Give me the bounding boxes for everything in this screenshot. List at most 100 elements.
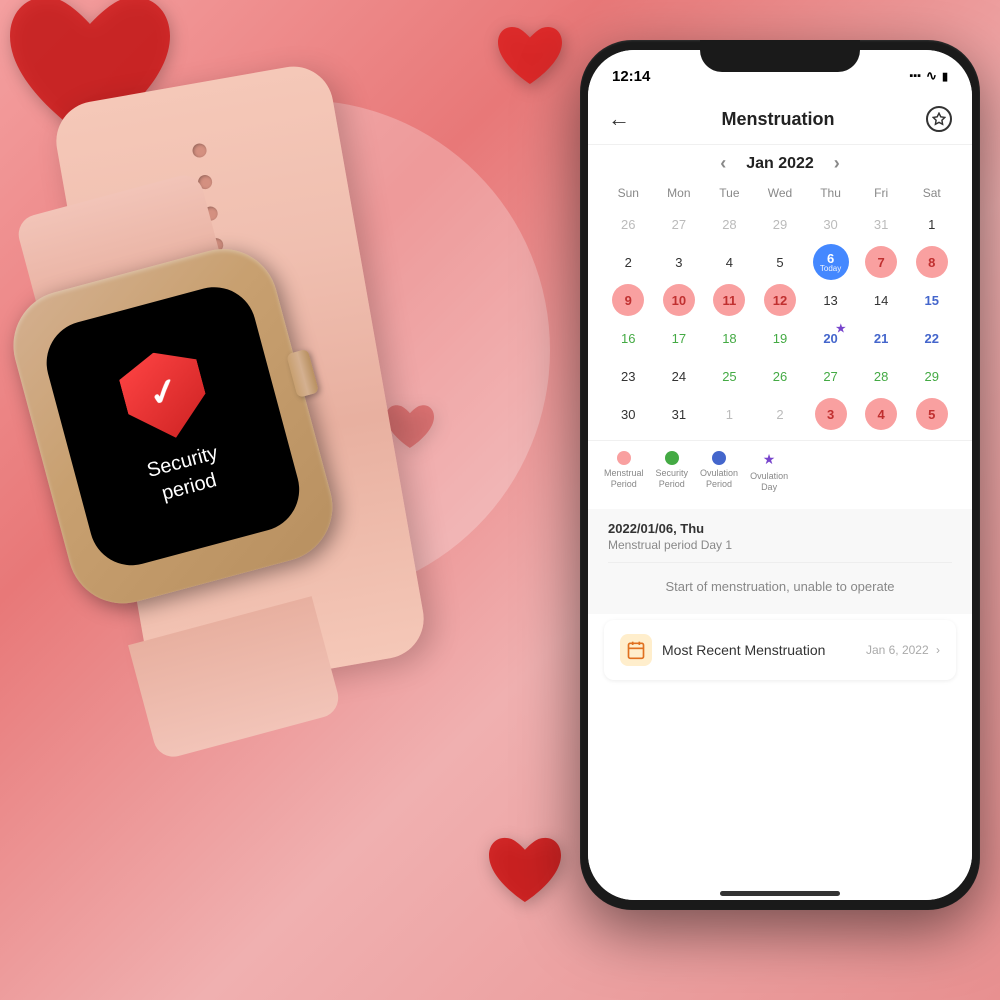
cal-day-20[interactable]: 20 ★ (806, 320, 855, 356)
legend-dot-ovulation-period (712, 451, 726, 465)
cal-day-12[interactable]: 12 (756, 282, 805, 318)
cal-day-25[interactable]: 25 (705, 358, 754, 394)
menstruation-card[interactable]: Most Recent Menstruation Jan 6, 2022 › (604, 620, 956, 680)
legend-security: SecurityPeriod (656, 451, 689, 493)
cal-day-10[interactable]: 10 (655, 282, 704, 318)
card-date-value: Jan 6, 2022 (866, 643, 929, 657)
card-title: Most Recent Menstruation (662, 642, 825, 658)
cal-day-16[interactable]: 16 (604, 320, 653, 356)
legend-menstrual: MenstrualPeriod (604, 451, 644, 493)
wifi-icon: ∿ (926, 68, 937, 84)
back-button[interactable]: ← (608, 106, 630, 132)
battery-icon: ▮ (942, 70, 948, 83)
settings-button[interactable] (926, 106, 952, 132)
cal-day-9[interactable]: 9 (604, 282, 653, 318)
cal-day-6-today[interactable]: 6 Today (806, 244, 855, 280)
cal-day-21[interactable]: 21 (857, 320, 906, 356)
signal-icon: ▪▪▪ (909, 70, 921, 82)
cal-day-26[interactable]: 26 (604, 206, 653, 242)
cal-day-23[interactable]: 23 (604, 358, 653, 394)
legend-label-menstrual: MenstrualPeriod (604, 468, 644, 490)
cal-day-18[interactable]: 18 (705, 320, 754, 356)
cal-day-14[interactable]: 14 (857, 282, 906, 318)
cal-header-mon: Mon (655, 182, 704, 204)
cal-day-1-jan[interactable]: 1 (907, 206, 956, 242)
shield-icon: ✓ (115, 342, 215, 448)
cal-day-17[interactable]: 17 (655, 320, 704, 356)
cal-day-28[interactable]: 28 (705, 206, 754, 242)
cal-day-27-jan[interactable]: 27 (806, 358, 855, 394)
smartphone: 12:14 ▪▪▪ ∿ ▮ ← Menstruation (580, 40, 980, 910)
prev-month-button[interactable]: ‹ (720, 153, 726, 174)
cal-day-31-dec[interactable]: 31 (857, 206, 906, 242)
band-hole (191, 142, 207, 158)
calendar-section: ‹ Jan 2022 › Sun Mon Tue Wed Thu Fri Sat (588, 145, 972, 440)
legend-ovulation-period: OvulationPeriod (700, 451, 738, 493)
cal-day-4[interactable]: 4 (705, 244, 754, 280)
cal-day-13[interactable]: 13 (806, 282, 855, 318)
watch-screen-content: ✓ Security period (115, 342, 232, 510)
cal-day-5[interactable]: 5 (756, 244, 805, 280)
cal-day-3-feb[interactable]: 3 (806, 396, 855, 432)
cal-day-31[interactable]: 31 (655, 396, 704, 432)
cal-day-8[interactable]: 8 (907, 244, 956, 280)
month-nav: ‹ Jan 2022 › (604, 153, 956, 174)
calendar-grid: Sun Mon Tue Wed Thu Fri Sat 26 27 28 29 … (604, 182, 956, 432)
info-date: 2022/01/06, Thu (608, 521, 952, 536)
cal-header-sat: Sat (907, 182, 956, 204)
phone-notch (700, 40, 860, 72)
legend-dot-security (665, 451, 679, 465)
legend-label-ovulation-period: OvulationPeriod (700, 468, 738, 490)
home-indicator[interactable] (720, 891, 840, 896)
legend: MenstrualPeriod SecurityPeriod Ovulation… (588, 440, 972, 503)
info-message: Start of menstruation, unable to operate (608, 562, 952, 602)
card-left: Most Recent Menstruation (620, 634, 825, 666)
cal-header-wed: Wed (756, 182, 805, 204)
status-time: 12:14 (612, 68, 650, 85)
legend-label-ovulation-day: OvulationDay (750, 471, 788, 493)
cal-day-24[interactable]: 24 (655, 358, 704, 394)
cal-day-4-feb[interactable]: 4 (857, 396, 906, 432)
month-label: Jan 2022 (746, 155, 814, 173)
legend-label-security: SecurityPeriod (656, 468, 689, 490)
legend-ovulation-day: ★ OvulationDay (750, 451, 788, 493)
phone-screen: 12:14 ▪▪▪ ∿ ▮ ← Menstruation (588, 50, 972, 900)
next-month-button[interactable]: › (834, 153, 840, 174)
card-value: Jan 6, 2022 › (866, 643, 940, 657)
card-arrow-icon: › (936, 643, 940, 657)
shield-shape: ✓ (115, 342, 215, 448)
info-subtitle: Menstrual period Day 1 (608, 538, 952, 552)
watch-crown (286, 349, 319, 398)
cal-day-11[interactable]: 11 (705, 282, 754, 318)
cal-day-22[interactable]: 22 (907, 320, 956, 356)
watch-label: Security period (144, 440, 227, 509)
cal-day-2[interactable]: 2 (604, 244, 653, 280)
cal-day-5-feb[interactable]: 5 (907, 396, 956, 432)
cal-day-3[interactable]: 3 (655, 244, 704, 280)
cal-day-15[interactable]: 15 (907, 282, 956, 318)
legend-dot-menstrual (617, 451, 631, 465)
phone-body: 12:14 ▪▪▪ ∿ ▮ ← Menstruation (580, 40, 980, 910)
cal-header-fri: Fri (857, 182, 906, 204)
cal-day-29[interactable]: 29 (756, 206, 805, 242)
checkmark-icon: ✓ (144, 368, 184, 416)
cal-day-19[interactable]: 19 (756, 320, 805, 356)
card-calendar-icon (620, 634, 652, 666)
cal-day-29[interactable]: 29 (907, 358, 956, 394)
status-icons: ▪▪▪ ∿ ▮ (909, 68, 948, 84)
cal-day-30[interactable]: 30 (806, 206, 855, 242)
cal-day-27[interactable]: 27 (655, 206, 704, 242)
cal-header-thu: Thu (806, 182, 855, 204)
info-section: 2022/01/06, Thu Menstrual period Day 1 S… (588, 509, 972, 614)
watch-band-bottom (128, 596, 343, 761)
cal-day-1-feb[interactable]: 1 (705, 396, 754, 432)
app-header: ← Menstruation (588, 94, 972, 145)
cal-day-7[interactable]: 7 (857, 244, 906, 280)
app-content: ← Menstruation ‹ Jan 2022 › (588, 94, 972, 900)
cal-day-28[interactable]: 28 (857, 358, 906, 394)
cal-day-2-feb[interactable]: 2 (756, 396, 805, 432)
cal-day-26-jan[interactable]: 26 (756, 358, 805, 394)
cal-day-30[interactable]: 30 (604, 396, 653, 432)
watch-body: ✓ Security period (1, 237, 345, 616)
cal-header-sun: Sun (604, 182, 653, 204)
